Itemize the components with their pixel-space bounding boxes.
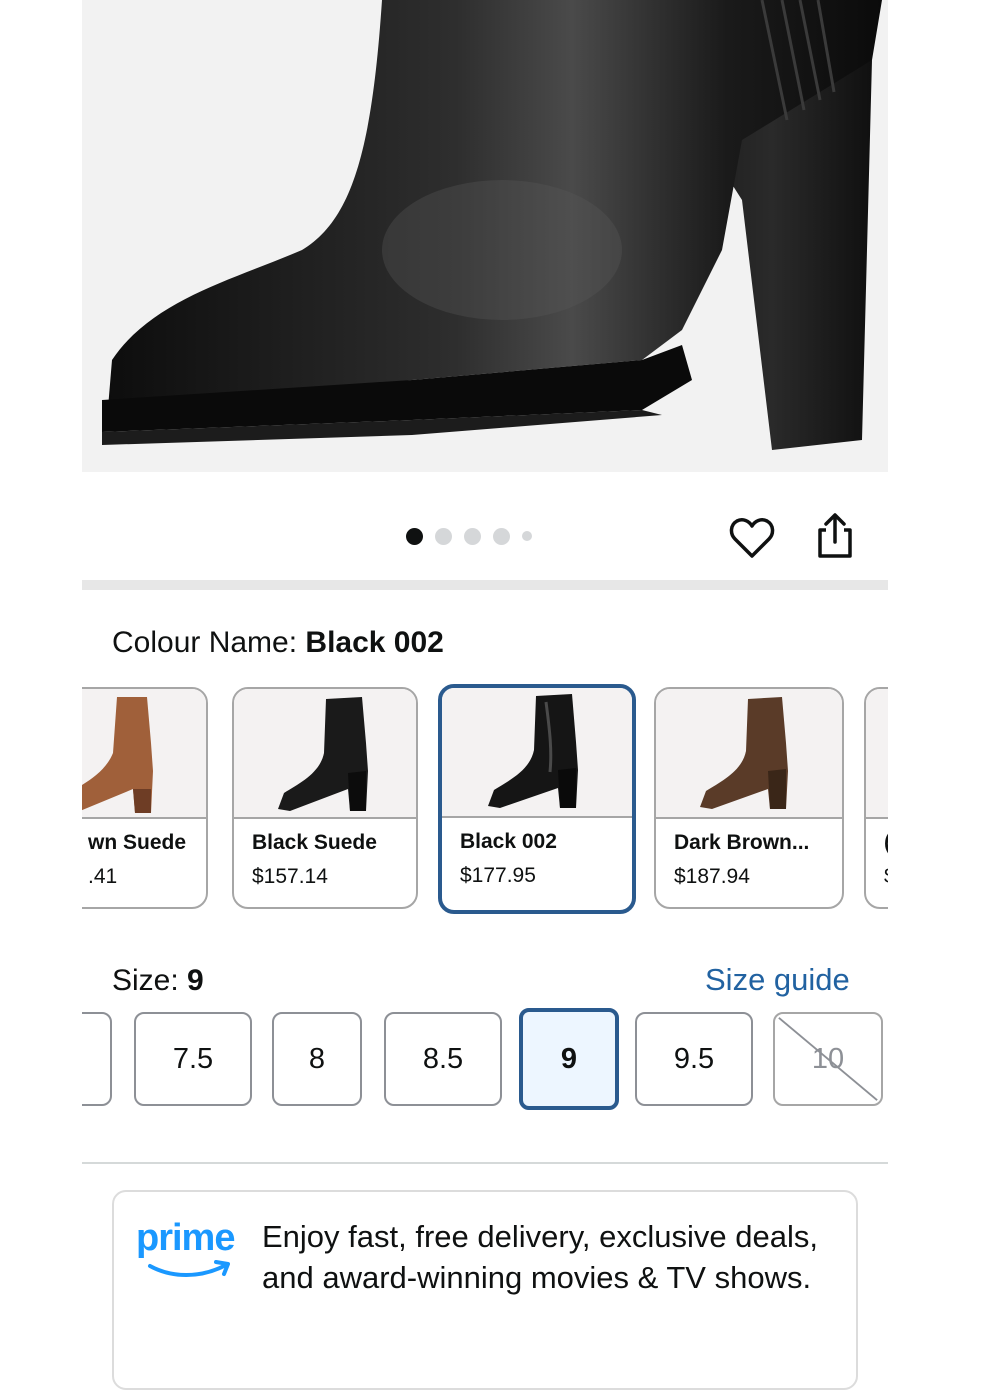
size-option-unavailable[interactable]: 10 bbox=[773, 1012, 883, 1106]
colour-swatch-list[interactable]: wn Suede .41 Black Suede $157.14 Black 0… bbox=[82, 684, 888, 916]
swatch-thumbnail bbox=[442, 688, 632, 818]
colour-name-label: Colour Name: Black 002 bbox=[112, 626, 444, 660]
size-option-selected[interactable]: 9 bbox=[519, 1008, 619, 1110]
swatch-thumbnail bbox=[234, 689, 416, 819]
carousel-dot[interactable] bbox=[464, 527, 481, 545]
size-option[interactable] bbox=[82, 1012, 112, 1106]
size-option[interactable]: 7.5 bbox=[134, 1012, 252, 1106]
swatch-thumbnail bbox=[82, 689, 206, 819]
carousel-dot[interactable] bbox=[435, 527, 452, 545]
section-divider bbox=[82, 1162, 888, 1164]
prime-promo-text: Enjoy fast, free delivery, exclusive dea… bbox=[262, 1219, 818, 1295]
carousel-dot[interactable] bbox=[493, 527, 510, 545]
heart-outline-icon[interactable] bbox=[728, 514, 776, 562]
swatch-price: .41 bbox=[88, 865, 118, 888]
swatch-price: $ bbox=[884, 865, 888, 889]
swatch-name: Black Suede bbox=[252, 831, 377, 854]
colour-swatch[interactable]: wn Suede .41 bbox=[82, 687, 208, 909]
share-upload-icon[interactable] bbox=[812, 512, 858, 560]
size-guide-link[interactable]: Size guide bbox=[705, 962, 850, 998]
size-option[interactable]: 8 bbox=[272, 1012, 362, 1106]
boot-thumbnail-icon bbox=[488, 694, 578, 808]
boot-thumbnail-icon bbox=[278, 697, 368, 811]
colour-swatch[interactable]: Dark Brown... $187.94 bbox=[654, 687, 844, 909]
size-label-text: Size: bbox=[112, 964, 179, 997]
product-hero-image[interactable] bbox=[82, 0, 888, 472]
colour-swatch-selected[interactable]: Black 002 $177.95 bbox=[438, 684, 636, 914]
size-label: Size: 9 bbox=[112, 964, 204, 998]
swatch-name: Black 002 bbox=[460, 830, 557, 853]
swatch-thumbnail bbox=[656, 689, 842, 819]
size-selected-value: 9 bbox=[187, 964, 204, 997]
prime-smile-icon bbox=[148, 1260, 230, 1277]
size-option[interactable]: 9.5 bbox=[635, 1012, 753, 1106]
image-carousel-dots[interactable] bbox=[406, 524, 532, 548]
prime-logo: prime bbox=[136, 1218, 236, 1285]
prime-logo-text: prime bbox=[136, 1217, 235, 1259]
carousel-dot[interactable] bbox=[406, 527, 423, 545]
boot-thumbnail-icon bbox=[82, 697, 153, 813]
colour-label-text: Colour Name: bbox=[112, 626, 298, 659]
colour-swatch[interactable]: Black Suede $157.14 bbox=[232, 687, 418, 909]
swatch-name: ( bbox=[884, 831, 888, 855]
swatch-name: Dark Brown... bbox=[674, 831, 810, 854]
colour-swatch[interactable]: ( $ bbox=[864, 687, 888, 909]
size-selector[interactable]: 7.5 8 8.5 9 9.5 10 bbox=[82, 1008, 888, 1112]
section-divider bbox=[82, 580, 888, 590]
size-option[interactable]: 8.5 bbox=[384, 1012, 502, 1106]
strikethrough-icon bbox=[778, 1017, 878, 1101]
swatch-price: $157.14 bbox=[252, 865, 328, 888]
swatch-thumbnail bbox=[866, 689, 888, 819]
carousel-dot[interactable] bbox=[522, 531, 532, 541]
boot-thumbnail-icon bbox=[700, 697, 788, 809]
colour-selected-value: Black 002 bbox=[305, 626, 444, 659]
boot-photo bbox=[102, 0, 882, 450]
swatch-name: wn Suede bbox=[88, 831, 187, 854]
swatch-price: $187.94 bbox=[674, 865, 750, 888]
swatch-price: $177.95 bbox=[460, 864, 536, 887]
